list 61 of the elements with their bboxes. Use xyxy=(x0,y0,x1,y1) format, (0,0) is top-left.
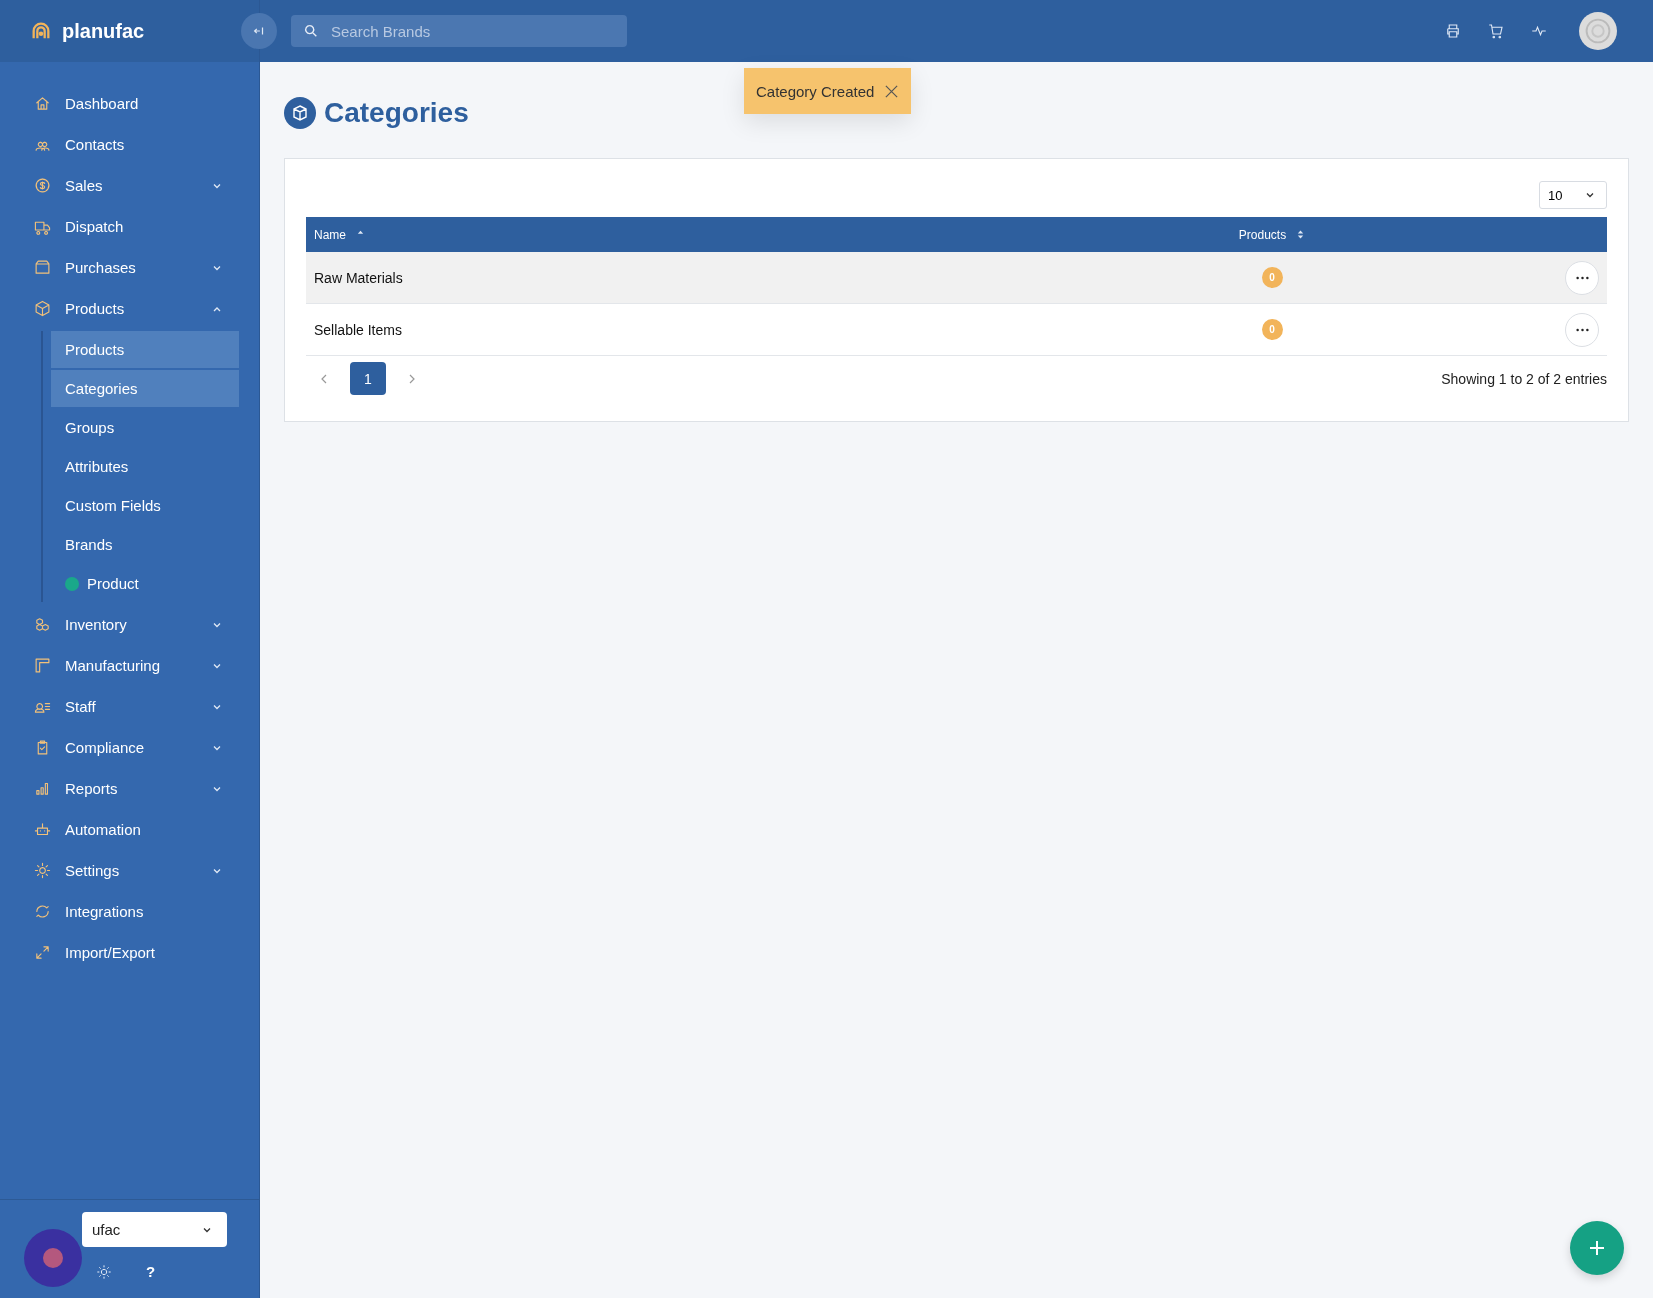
help-button[interactable]: ? xyxy=(146,1263,156,1280)
cart-icon[interactable] xyxy=(1487,22,1505,40)
entries-info: Showing 1 to 2 of 2 entries xyxy=(1441,370,1607,387)
sidebar-item[interactable]: Compliance xyxy=(0,727,259,768)
sort-icon[interactable] xyxy=(1296,229,1306,240)
sidebar-item[interactable]: Manufacturing xyxy=(0,645,259,686)
menu-icon xyxy=(34,177,51,194)
sidebar-item[interactable]: Products xyxy=(0,288,259,329)
page-size-select[interactable]: 10 xyxy=(1539,181,1607,209)
submenu-item[interactable]: Custom Fields xyxy=(51,487,239,524)
page-title: Categories xyxy=(324,97,469,129)
column-header[interactable]: Name xyxy=(314,227,346,242)
count-badge: 0 xyxy=(1261,319,1283,340)
menu-icon xyxy=(34,300,51,317)
submenu-item[interactable]: Categories xyxy=(51,370,239,407)
submenu-item[interactable]: Products xyxy=(51,331,239,368)
submenu-item[interactable]: Product xyxy=(51,565,239,602)
sidebar-item[interactable]: Settings xyxy=(0,850,259,891)
more-icon xyxy=(1575,327,1589,332)
close-icon[interactable] xyxy=(884,83,900,99)
sidebar-item[interactable]: Sales xyxy=(0,165,259,206)
submenu-item[interactable]: Brands xyxy=(51,526,239,563)
avatar[interactable] xyxy=(1579,12,1617,50)
menu-icon xyxy=(34,944,51,961)
menu-icon xyxy=(34,259,51,276)
column-header[interactable]: Products xyxy=(1238,227,1287,242)
sidebar-item[interactable]: Purchases xyxy=(0,247,259,288)
sidebar-item[interactable]: Automation xyxy=(0,809,259,850)
printer-icon[interactable] xyxy=(1444,22,1462,40)
search-icon xyxy=(303,23,319,39)
sidebar-item[interactable]: Contacts xyxy=(0,124,259,165)
submenu-item[interactable]: Attributes xyxy=(51,448,239,485)
sidebar-item[interactable]: Integrations xyxy=(0,891,259,932)
brand-name: planufac xyxy=(62,19,145,43)
menu-icon xyxy=(34,616,51,633)
menu-icon xyxy=(34,95,51,112)
menu-icon xyxy=(34,862,51,879)
table-cell: Raw Materials xyxy=(314,269,403,286)
table-cell: Sellable Items xyxy=(314,321,402,338)
more-icon xyxy=(1575,275,1589,280)
box-icon xyxy=(284,97,316,129)
sidebar-item[interactable]: Dispatch xyxy=(0,206,259,247)
sidebar-item[interactable]: Import/Export xyxy=(0,932,259,973)
search-field[interactable]: Search Brands xyxy=(291,15,627,47)
plus-icon xyxy=(1587,1238,1607,1258)
submenu-item[interactable]: Groups xyxy=(51,409,239,446)
sidebar-item[interactable]: Inventory xyxy=(0,604,259,645)
menu-icon xyxy=(34,657,51,674)
workspace-select[interactable]: ufac xyxy=(82,1212,227,1247)
sidebar-item[interactable]: Dashboard xyxy=(0,83,259,124)
add-button[interactable] xyxy=(1570,1221,1624,1275)
sidebar-item[interactable]: Staff xyxy=(0,686,259,727)
menu-icon xyxy=(34,821,51,838)
toast-message: Category Created xyxy=(756,82,875,100)
count-badge: 0 xyxy=(1261,267,1283,288)
sort-up-icon[interactable] xyxy=(356,228,365,235)
menu-icon xyxy=(34,780,51,797)
sun-icon[interactable] xyxy=(96,1263,112,1280)
menu-icon xyxy=(34,903,51,920)
sidebar-item[interactable]: Reports xyxy=(0,768,259,809)
page-button[interactable]: 1 xyxy=(350,362,386,395)
